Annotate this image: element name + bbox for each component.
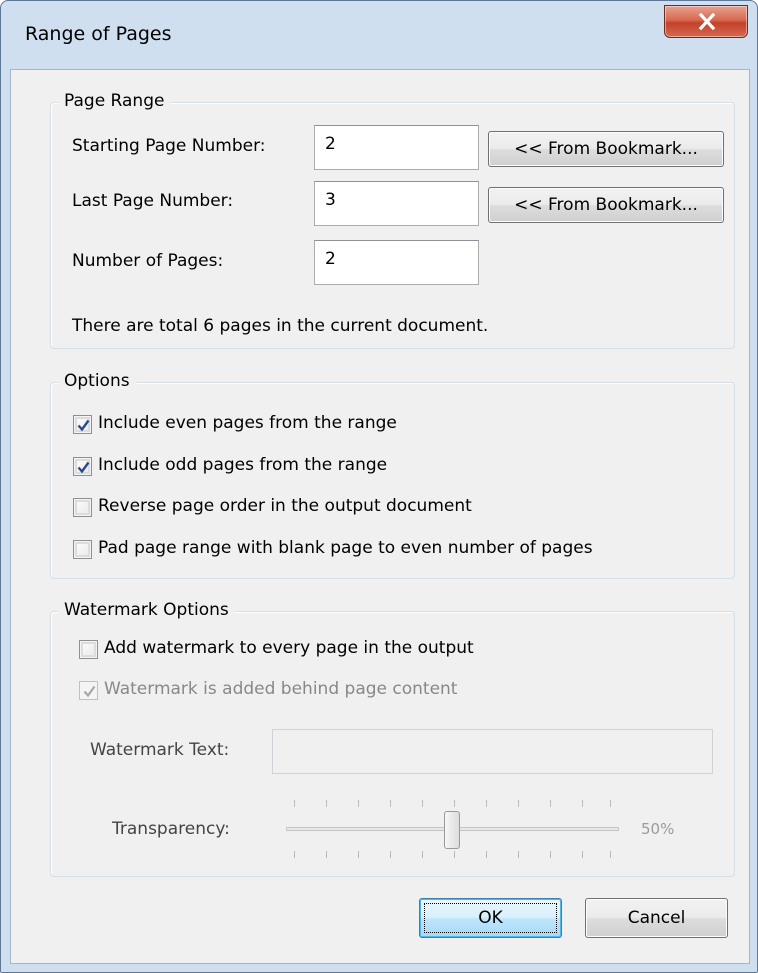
transparency-label: Transparency: xyxy=(112,819,230,839)
tick-bottom xyxy=(390,851,391,858)
include-even-option[interactable]: Include even pages from the range xyxy=(73,413,673,437)
cancel-button[interactable]: Cancel xyxy=(585,898,728,938)
tick-top xyxy=(582,800,583,807)
starting-page-label: Starting Page Number: xyxy=(72,136,266,156)
last-from-bookmark-button[interactable]: << From Bookmark... xyxy=(488,187,724,223)
dialog-title: Range of Pages xyxy=(25,23,172,45)
watermark-behind-checkbox xyxy=(79,681,98,700)
tick-bottom xyxy=(582,851,583,858)
tick-bottom xyxy=(358,851,359,858)
tick-bottom xyxy=(550,851,551,858)
cancel-label: Cancel xyxy=(627,908,686,928)
reverse-order-label: Reverse page order in the output documen… xyxy=(98,496,472,516)
options-legend: Options xyxy=(58,369,136,393)
tick-bottom xyxy=(486,851,487,858)
include-odd-checkbox[interactable] xyxy=(73,457,92,476)
watermark-text-label: Watermark Text: xyxy=(90,740,230,760)
add-watermark-checkbox[interactable] xyxy=(79,640,98,659)
watermark-text-input[interactable] xyxy=(272,729,713,774)
include-even-label: Include even pages from the range xyxy=(98,413,397,433)
number-of-pages-label: Number of Pages: xyxy=(72,251,224,271)
add-watermark-option[interactable]: Add watermark to every page in the outpu… xyxy=(79,638,679,662)
tick-top xyxy=(550,800,551,807)
page-range-legend: Page Range xyxy=(58,89,171,113)
title-bar[interactable]: Range of Pages xyxy=(1,1,757,69)
transparency-value: 50% xyxy=(641,820,675,838)
tick-bottom xyxy=(454,851,455,858)
pad-page-range-checkbox[interactable] xyxy=(73,540,92,559)
starting-page-input[interactable]: 2 xyxy=(314,125,479,170)
tick-top xyxy=(610,800,611,807)
range-of-pages-dialog: Range of Pages Page Range Starting Page … xyxy=(0,0,758,973)
include-odd-label: Include odd pages from the range xyxy=(98,455,388,475)
add-watermark-label: Add watermark to every page in the outpu… xyxy=(104,638,474,658)
last-page-label: Last Page Number: xyxy=(72,191,234,211)
number-of-pages-input[interactable]: 2 xyxy=(314,240,479,285)
tick-top xyxy=(454,800,455,807)
include-even-checkbox[interactable] xyxy=(73,415,92,434)
watermark-behind-label: Watermark is added behind page content xyxy=(104,679,458,699)
tick-top xyxy=(294,800,295,807)
dialog-client-area: Page Range Starting Page Number: 2 << Fr… xyxy=(10,69,750,964)
close-button[interactable] xyxy=(664,5,748,38)
tick-top xyxy=(326,800,327,807)
starting-from-bookmark-button[interactable]: << From Bookmark... xyxy=(488,131,724,167)
reverse-order-checkbox[interactable] xyxy=(73,498,92,517)
tick-bottom xyxy=(518,851,519,858)
tick-bottom xyxy=(294,851,295,858)
tick-top xyxy=(390,800,391,807)
include-odd-option[interactable]: Include odd pages from the range xyxy=(73,455,673,479)
checkmark-icon xyxy=(77,419,90,432)
pad-page-range-label: Pad page range with blank page to even n… xyxy=(98,538,593,558)
ok-label: OK xyxy=(478,908,503,928)
tick-top xyxy=(518,800,519,807)
tick-top xyxy=(422,800,423,807)
tick-bottom xyxy=(610,851,611,858)
tick-top xyxy=(486,800,487,807)
tick-bottom xyxy=(422,851,423,858)
reverse-order-option[interactable]: Reverse page order in the output documen… xyxy=(73,496,673,520)
ok-button[interactable]: OK xyxy=(419,898,562,938)
tick-bottom xyxy=(326,851,327,858)
last-page-input[interactable]: 3 xyxy=(314,181,479,226)
tick-top xyxy=(358,800,359,807)
total-pages-info: There are total 6 pages in the current d… xyxy=(72,316,489,336)
transparency-slider-thumb[interactable] xyxy=(444,811,460,849)
close-icon xyxy=(698,13,716,30)
watermark-behind-option: Watermark is added behind page content xyxy=(79,679,679,703)
pad-page-range-option[interactable]: Pad page range with blank page to even n… xyxy=(73,538,723,562)
checkmark-icon xyxy=(77,461,90,474)
checkmark-icon xyxy=(83,685,96,698)
watermark-options-legend: Watermark Options xyxy=(58,598,235,622)
